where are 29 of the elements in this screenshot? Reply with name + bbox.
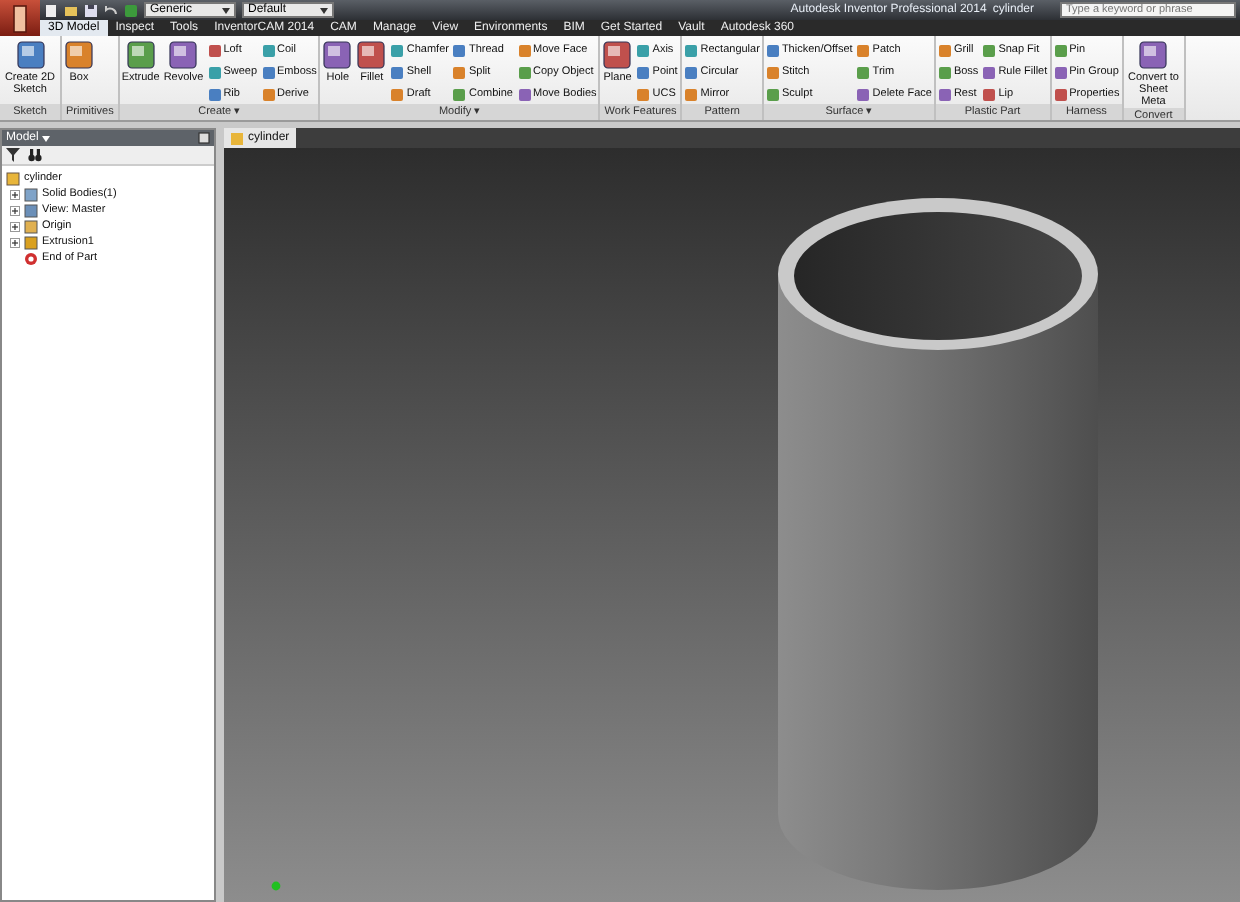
caret-icon [320,7,328,13]
expander-icon[interactable] [10,221,20,231]
new-file-icon[interactable] [44,3,58,17]
open-folder-icon[interactable] [64,3,78,17]
stop-icon [24,251,38,265]
tool-icon [1138,40,1169,70]
app-logo-icon [8,3,32,33]
tool-icon [64,40,94,70]
tool-icon [168,40,199,70]
tool-icon [356,40,387,70]
axis-origin-icon [271,881,281,891]
save-icon[interactable] [84,3,98,17]
caret-icon [42,135,51,141]
undo-icon[interactable] [104,3,118,17]
part-icon [6,171,20,185]
expander-icon[interactable] [10,205,20,215]
application-menu-button[interactable] [0,0,40,36]
expander-icon[interactable] [10,237,20,247]
update-icon[interactable] [124,3,138,17]
tool-icon [322,40,353,70]
expander-icon[interactable] [10,189,20,199]
pin-icon[interactable] [198,132,210,144]
tool-icon [15,40,45,70]
tool-icon [602,40,633,70]
tool-icon [125,40,156,70]
binoculars-icon[interactable] [28,148,42,162]
part-icon [230,131,244,145]
caret-icon [222,7,230,13]
3d-viewport[interactable] [224,148,1240,902]
